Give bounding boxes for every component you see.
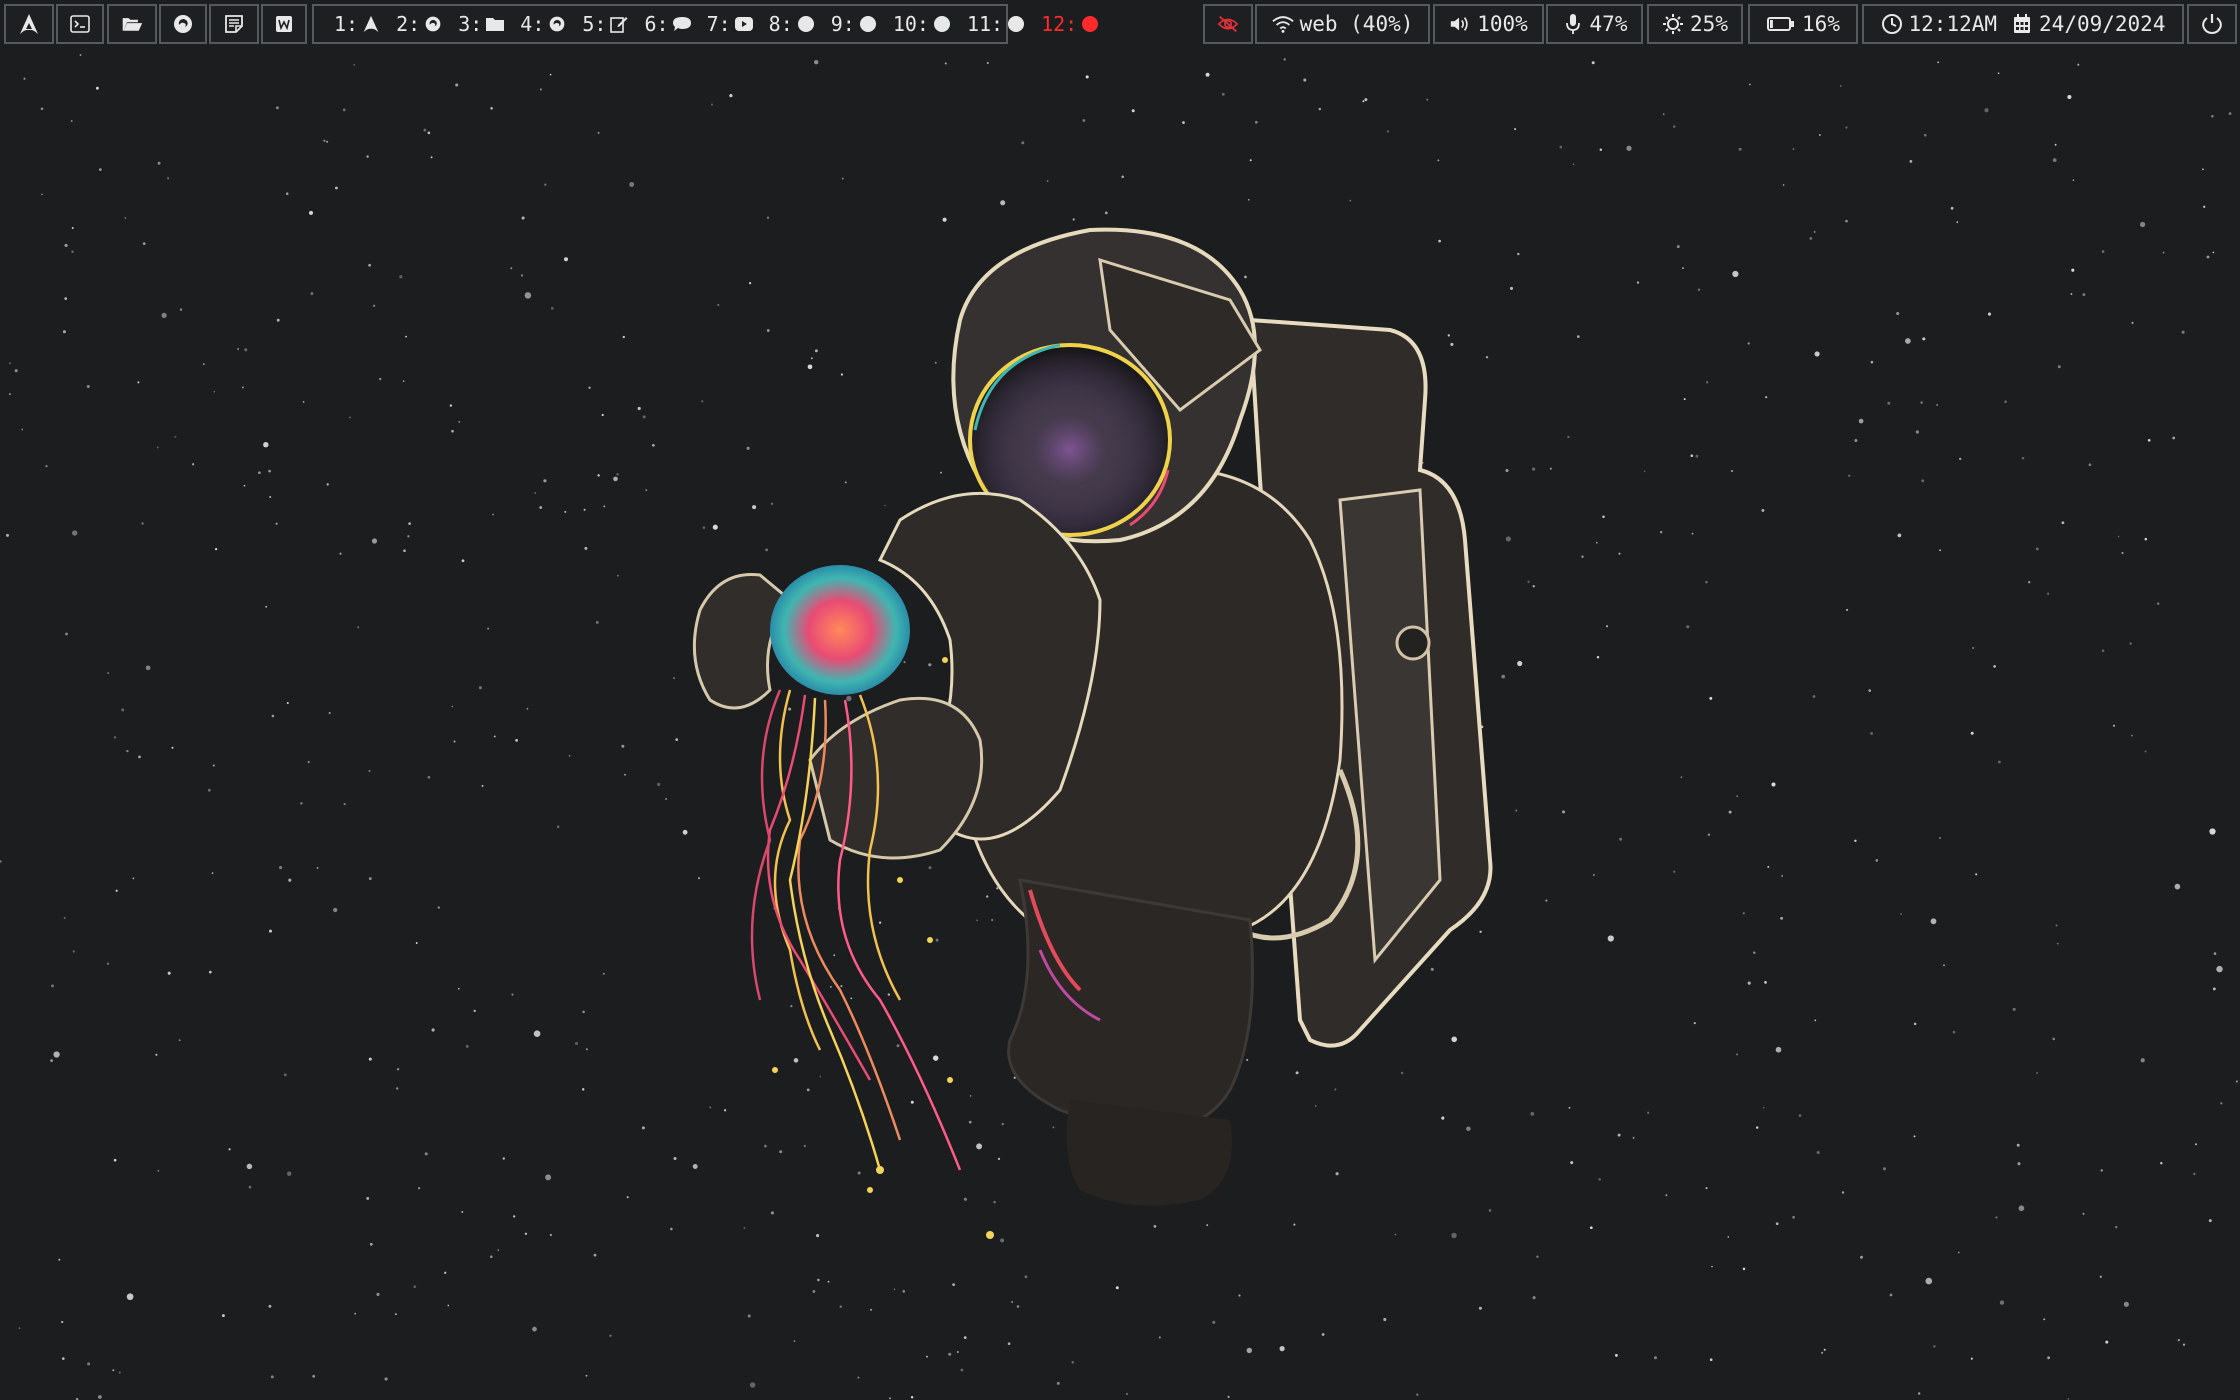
date-text: 24/09/2024	[2039, 12, 2166, 36]
workspace-switcher: 1: 2: 3: 4: 5: 6: 7: 8: 9: 10: 11: 12:	[312, 4, 1099, 44]
wifi-icon	[1271, 13, 1294, 35]
folder-open-icon	[121, 13, 143, 35]
workspace-4[interactable]: 4:	[520, 12, 568, 36]
workspace-number: 9:	[830, 12, 855, 36]
circle-icon	[1005, 13, 1027, 35]
writer-launcher-button[interactable]	[261, 4, 307, 44]
battery-icon	[1766, 13, 1796, 35]
clock-icon	[1881, 13, 1903, 35]
folder-icon	[484, 13, 506, 35]
arch-logo-icon	[360, 13, 382, 35]
power-icon	[2201, 13, 2223, 35]
firefox-icon	[422, 13, 444, 35]
firefox-icon	[172, 13, 194, 35]
calendar-icon	[2011, 13, 2033, 35]
circle-icon	[1079, 13, 1101, 35]
workspace-5[interactable]: 5:	[582, 12, 630, 36]
edit-icon	[608, 13, 630, 35]
workspace-12[interactable]: 12:	[1041, 12, 1101, 36]
workspace-number: 11:	[966, 12, 1004, 36]
workspace-2[interactable]: 2:	[396, 12, 444, 36]
files-launcher-button[interactable]	[107, 4, 157, 44]
microphone-icon	[1562, 13, 1584, 35]
top-bar: 1: 2: 3: 4: 5: 6: 7: 8: 9: 10: 11: 12: web (40%) 10…	[0, 0, 2240, 50]
terminal-icon	[69, 13, 91, 35]
workspace-number: 4:	[520, 12, 545, 36]
microphone-text: 47%	[1589, 12, 1628, 36]
writer-icon	[273, 13, 295, 35]
workspace-number: 7:	[706, 12, 731, 36]
wifi-text: web (40%)	[1299, 12, 1414, 36]
firefox-icon	[546, 13, 568, 35]
workspace-number: 6:	[644, 12, 669, 36]
arch-launcher-button[interactable]	[4, 4, 54, 44]
notes-launcher-button[interactable]	[209, 4, 259, 44]
terminal-launcher-button[interactable]	[56, 4, 104, 44]
brightness-icon	[1662, 13, 1684, 35]
clock-calendar[interactable]: 12:12AM 24/09/2024	[1862, 4, 2184, 44]
circle-icon	[931, 13, 953, 35]
brightness-status[interactable]: 25%	[1647, 4, 1743, 44]
time-text: 12:12AM	[1908, 12, 1998, 36]
workspace-number: 12:	[1041, 12, 1078, 36]
workspace-11[interactable]: 11:	[967, 12, 1027, 36]
workspace-8[interactable]: 8:	[769, 12, 817, 36]
power-button[interactable]	[2187, 4, 2237, 44]
battery-status[interactable]: 16%	[1748, 4, 1858, 44]
workspace-number: 10:	[892, 12, 929, 36]
notes-icon	[223, 13, 245, 35]
workspace-number: 2:	[396, 12, 421, 36]
firefox-launcher-button[interactable]	[159, 4, 207, 44]
volume-icon	[1449, 13, 1471, 35]
workspace-9[interactable]: 9:	[831, 12, 879, 36]
youtube-icon	[733, 13, 755, 35]
workspace-number: 3:	[458, 12, 483, 36]
workspace-number: 1:	[334, 12, 359, 36]
volume-text: 100%	[1477, 12, 1528, 36]
wallpaper-astronaut	[692, 227, 1493, 1239]
microphone-status[interactable]: 47%	[1546, 4, 1643, 44]
wifi-status[interactable]: web (40%)	[1255, 4, 1430, 44]
brightness-text: 25%	[1690, 12, 1728, 36]
arch-logo-icon	[18, 13, 40, 35]
eye-slash-icon	[1217, 13, 1239, 35]
workspace-7[interactable]: 7:	[707, 12, 755, 36]
circle-icon	[857, 13, 879, 35]
privacy-indicator[interactable]	[1203, 4, 1253, 44]
chat-icon	[671, 13, 693, 35]
workspace-10[interactable]: 10:	[893, 12, 953, 36]
workspace-1[interactable]: 1:	[334, 12, 382, 36]
workspace-6[interactable]: 6:	[644, 12, 692, 36]
volume-status[interactable]: 100%	[1433, 4, 1544, 44]
battery-text: 16%	[1802, 12, 1840, 36]
workspace-3[interactable]: 3:	[458, 12, 506, 36]
workspace-number: 8:	[768, 12, 793, 36]
workspace-number: 5:	[582, 12, 607, 36]
circle-icon	[795, 13, 817, 35]
